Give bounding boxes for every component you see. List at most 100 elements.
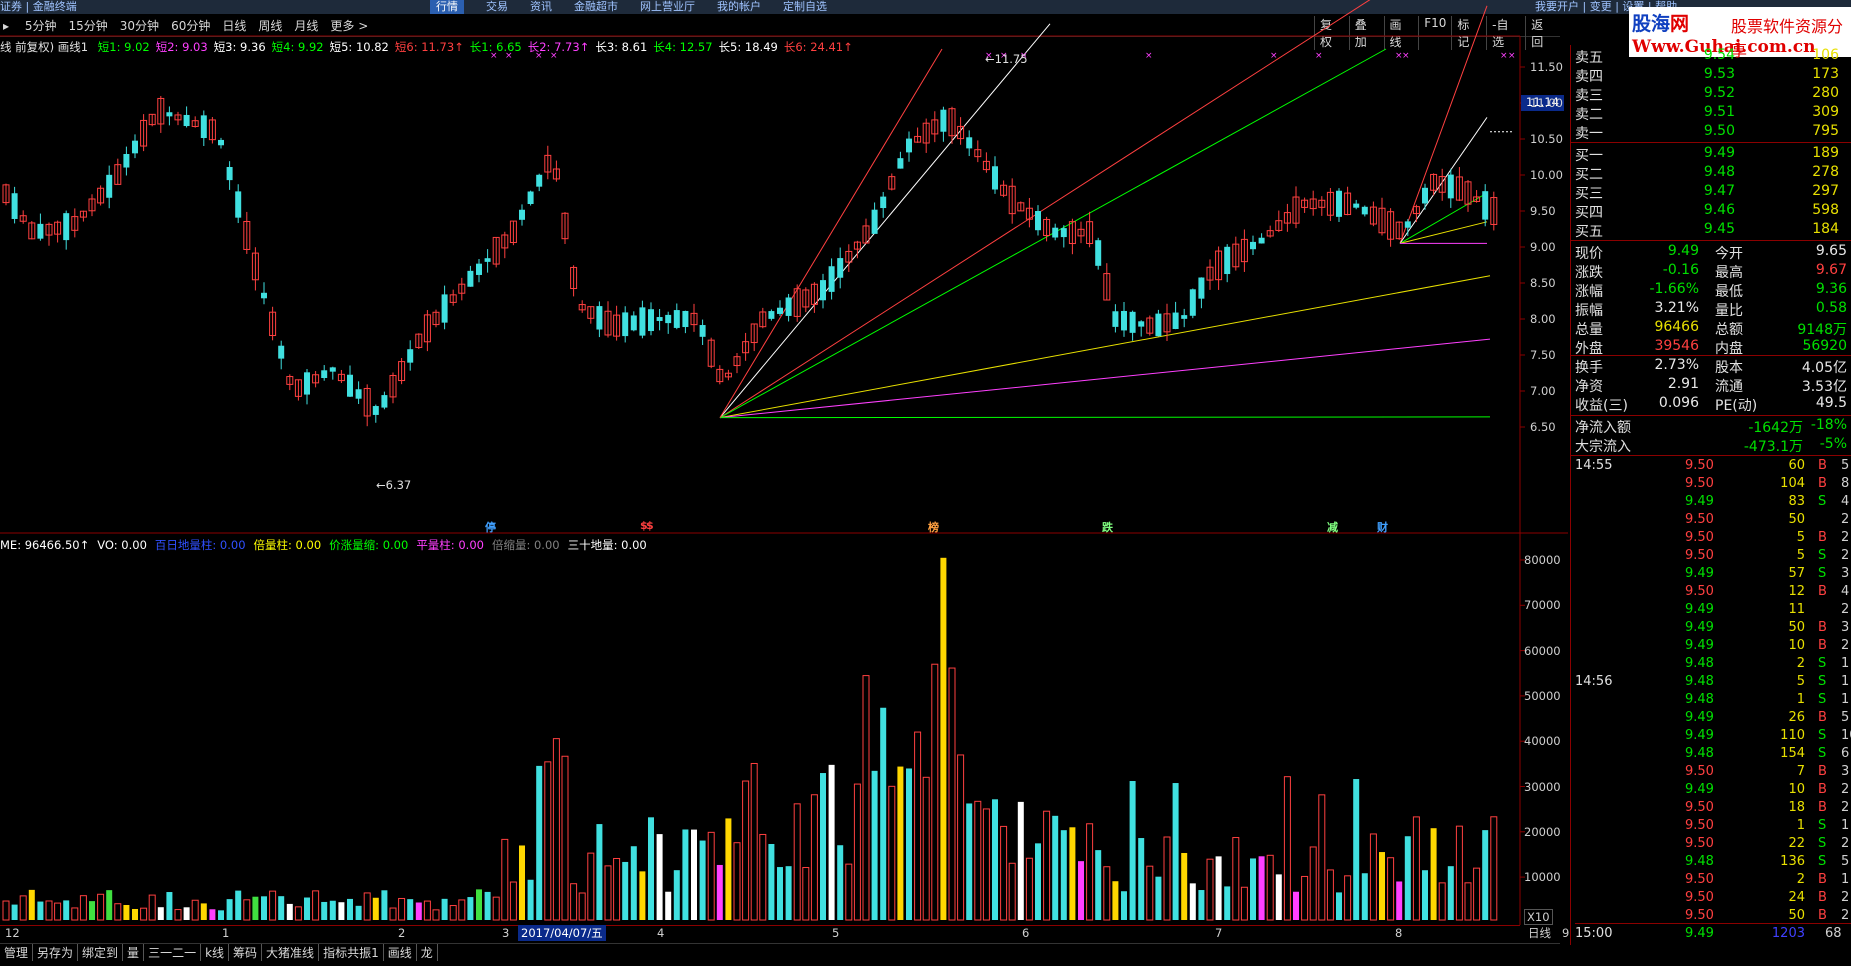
volume-bar[interactable] bbox=[587, 852, 595, 921]
volume-bar[interactable] bbox=[294, 906, 302, 921]
volume-bar[interactable] bbox=[45, 900, 53, 921]
volume-bar[interactable] bbox=[71, 907, 79, 921]
volume-bar[interactable] bbox=[398, 897, 406, 921]
candle[interactable] bbox=[132, 140, 138, 154]
volume-bar[interactable] bbox=[1232, 837, 1240, 921]
candle[interactable] bbox=[218, 139, 224, 146]
candle[interactable] bbox=[37, 223, 44, 239]
volume-bar[interactable] bbox=[992, 799, 998, 920]
ask-row[interactable]: 卖二 9.51 309 bbox=[1575, 104, 1851, 123]
candle[interactable] bbox=[484, 258, 491, 262]
candle[interactable] bbox=[1172, 312, 1179, 329]
volume-bar[interactable] bbox=[768, 843, 775, 920]
volume-bar[interactable] bbox=[37, 901, 44, 920]
volume-bar[interactable] bbox=[28, 889, 35, 920]
candle[interactable] bbox=[200, 115, 207, 139]
volume-bar[interactable] bbox=[1336, 892, 1342, 920]
candle[interactable] bbox=[1181, 315, 1188, 319]
volume-bar[interactable] bbox=[1250, 858, 1256, 920]
volume-bar[interactable] bbox=[1121, 891, 1127, 920]
candle[interactable] bbox=[441, 294, 448, 323]
candle[interactable] bbox=[837, 258, 844, 278]
volume-bar[interactable] bbox=[484, 891, 491, 920]
candle[interactable] bbox=[467, 270, 474, 287]
bid-row[interactable]: 买一 9.49 189 bbox=[1575, 145, 1851, 164]
volume-bar[interactable] bbox=[166, 892, 173, 920]
candle[interactable] bbox=[1447, 174, 1454, 199]
volume-bar[interactable] bbox=[931, 663, 939, 921]
candle[interactable] bbox=[1060, 228, 1067, 238]
candle[interactable] bbox=[880, 196, 887, 209]
volume-bar[interactable] bbox=[639, 871, 646, 920]
volume-bar[interactable] bbox=[1035, 843, 1041, 920]
volume-bar[interactable] bbox=[1379, 852, 1385, 920]
volume-bar[interactable] bbox=[226, 899, 233, 920]
volume-bar[interactable] bbox=[777, 867, 783, 920]
volume-bar[interactable] bbox=[1095, 850, 1102, 920]
volume-bar[interactable] bbox=[1283, 776, 1291, 921]
volume-bar[interactable] bbox=[1490, 816, 1498, 921]
volume-bar[interactable] bbox=[304, 897, 310, 920]
volume-bar[interactable] bbox=[1052, 815, 1059, 920]
volume-bar[interactable] bbox=[423, 900, 431, 921]
candle[interactable] bbox=[1112, 311, 1119, 327]
candle[interactable] bbox=[630, 315, 637, 331]
candle[interactable] bbox=[1353, 203, 1360, 208]
volume-bar[interactable] bbox=[897, 766, 904, 920]
volume-bar[interactable] bbox=[501, 838, 509, 921]
volume-bar[interactable] bbox=[828, 764, 835, 920]
volume-bar[interactable] bbox=[363, 892, 371, 921]
volume-bar[interactable] bbox=[793, 803, 801, 921]
candle[interactable] bbox=[407, 349, 414, 363]
candle[interactable] bbox=[699, 325, 706, 337]
volume-bar[interactable] bbox=[1240, 886, 1248, 921]
volume-bar[interactable] bbox=[1438, 882, 1446, 921]
volume-bar[interactable] bbox=[243, 899, 251, 921]
candle[interactable] bbox=[235, 191, 242, 218]
volume-bar[interactable] bbox=[1404, 836, 1411, 920]
volume-bar[interactable] bbox=[725, 818, 732, 920]
fan-line[interactable] bbox=[719, 416, 1491, 419]
bottom-tab[interactable]: 另存为 bbox=[33, 944, 79, 961]
volume-bar[interactable] bbox=[1353, 779, 1360, 920]
volume-bar[interactable] bbox=[1086, 823, 1094, 921]
volume-bar[interactable] bbox=[1258, 856, 1265, 920]
volume-bar[interactable] bbox=[552, 738, 560, 921]
volume-bar[interactable] bbox=[622, 861, 629, 920]
candle[interactable] bbox=[656, 317, 663, 321]
volume-bar[interactable] bbox=[1138, 838, 1145, 920]
candle[interactable] bbox=[1035, 210, 1041, 231]
candle[interactable] bbox=[1224, 246, 1231, 275]
bottom-tab[interactable]: 量 bbox=[123, 944, 145, 961]
volume-bar[interactable] bbox=[407, 899, 414, 920]
candle[interactable] bbox=[1198, 277, 1205, 299]
volume-bar[interactable] bbox=[97, 893, 105, 921]
volume-bar[interactable] bbox=[106, 890, 113, 920]
volume-bar[interactable] bbox=[1112, 881, 1119, 920]
volume-bar[interactable] bbox=[1422, 870, 1428, 920]
candle[interactable] bbox=[106, 174, 113, 198]
volume-bar[interactable] bbox=[536, 765, 543, 920]
volume-bar[interactable] bbox=[682, 829, 689, 920]
volume-bar[interactable] bbox=[785, 866, 792, 920]
volume-bar[interactable] bbox=[570, 883, 578, 921]
volume-bar[interactable] bbox=[1275, 874, 1282, 920]
volume-bar[interactable] bbox=[157, 907, 164, 920]
candle[interactable] bbox=[1138, 321, 1145, 327]
candle[interactable] bbox=[355, 389, 362, 399]
volume-bar[interactable] bbox=[54, 902, 62, 921]
candle[interactable] bbox=[166, 112, 173, 117]
candle[interactable] bbox=[536, 174, 543, 187]
volume-bar[interactable] bbox=[1043, 810, 1051, 921]
volume-bar[interactable] bbox=[1025, 857, 1033, 921]
volume-bar[interactable] bbox=[707, 831, 715, 921]
volume-bar[interactable] bbox=[578, 892, 586, 921]
volume-bar[interactable] bbox=[759, 833, 767, 921]
candle[interactable] bbox=[1250, 241, 1256, 250]
volume-bar[interactable] bbox=[673, 870, 680, 920]
volume-bar[interactable] bbox=[656, 834, 663, 920]
fan-line[interactable] bbox=[719, 48, 943, 418]
volume-bar[interactable] bbox=[2, 900, 10, 921]
ask-row[interactable]: 卖五 9.54 106 bbox=[1575, 47, 1851, 66]
volume-bar[interactable] bbox=[449, 905, 457, 921]
